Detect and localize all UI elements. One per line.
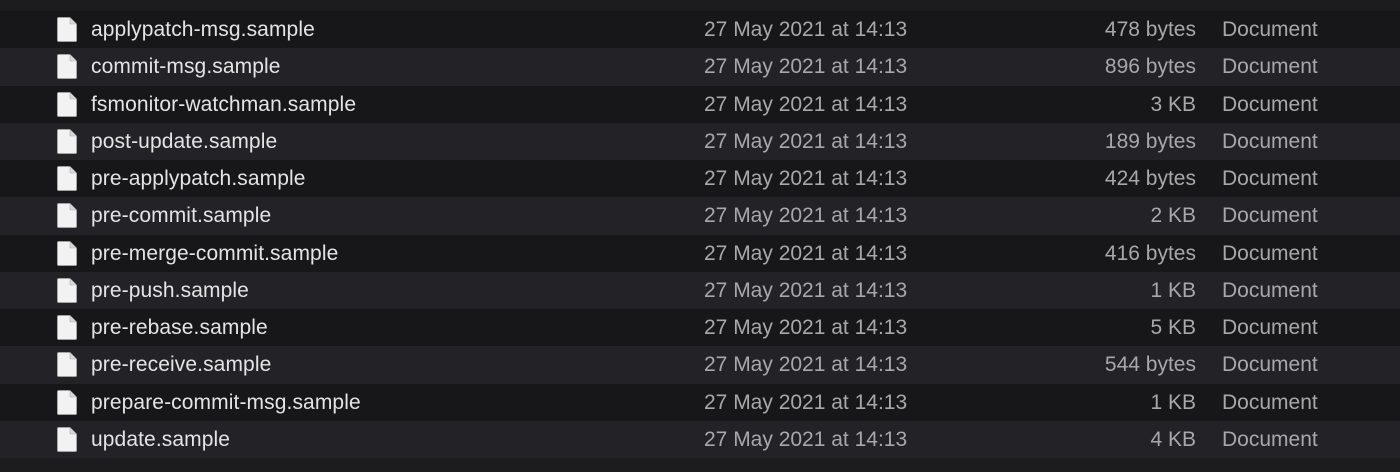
file-date-modified: 27 May 2021 at 14:13 <box>704 204 908 228</box>
file-row[interactable]: prepare-commit-msg.sample 27 May 2021 at … <box>0 383 1400 421</box>
document-icon <box>57 426 77 452</box>
file-row[interactable]: update.sample 27 May 2021 at 14:13 4 KB Doc… <box>0 420 1400 458</box>
file-name: update.sample <box>91 427 231 451</box>
file-name: fsmonitor-watchman.sample <box>91 92 357 116</box>
file-date-modified: 27 May 2021 at 14:13 <box>704 316 908 339</box>
file-row[interactable]: pre-merge-commit.sample 27 May 2021 at 14… <box>0 234 1400 272</box>
file-name: pre-merge-commit.sample <box>91 241 339 265</box>
file-name: pre-push.sample <box>91 278 249 302</box>
document-icon <box>57 352 77 378</box>
file-size: 544 bytes <box>1104 353 1196 377</box>
file-date-modified: 27 May 2021 at 14:13 <box>704 241 908 265</box>
file-kind: Document <box>1222 92 1318 116</box>
file-size: 424 bytes <box>1104 167 1196 190</box>
file-size: 896 bytes <box>1104 55 1196 79</box>
file-size: 5 KB <box>1150 316 1196 339</box>
document-icon <box>57 128 77 154</box>
file-date-modified: 27 May 2021 at 14:13 <box>704 55 908 79</box>
file-kind: Document <box>1222 18 1318 41</box>
file-row[interactable]: pre-push.sample 27 May 2021 at 14:13 1 KB D… <box>0 271 1400 309</box>
file-date-modified: 27 May 2021 at 14:13 <box>704 353 908 377</box>
file-size: 2 KB <box>1150 204 1196 228</box>
document-icon <box>57 203 77 229</box>
file-date-modified: 27 May 2021 at 14:13 <box>704 18 908 41</box>
file-name: pre-applypatch.sample <box>91 167 306 190</box>
file-row[interactable]: applypatch-msg.sample 27 May 2021 at 14:1… <box>0 11 1400 49</box>
file-kind: Document <box>1222 204 1318 228</box>
document-icon <box>57 315 77 340</box>
file-size: 1 KB <box>1150 278 1196 302</box>
document-icon <box>57 54 77 80</box>
file-row[interactable]: pre-rebase.sample 27 May 2021 at 14:13 5 K… <box>0 309 1400 347</box>
file-kind: Document <box>1222 241 1318 265</box>
document-icon <box>57 240 77 266</box>
file-row[interactable]: fsmonitor-watchman.sample 27 May 2021 at … <box>0 85 1400 123</box>
file-row[interactable]: pre-commit.sample 27 May 2021 at 14:13 2 K… <box>0 197 1400 235</box>
file-kind: Document <box>1222 129 1318 153</box>
file-name: prepare-commit-msg.sample <box>91 390 361 414</box>
file-kind: Document <box>1222 390 1318 414</box>
document-icon <box>57 166 77 191</box>
file-name: applypatch-msg.sample <box>91 18 315 41</box>
file-kind: Document <box>1222 278 1318 302</box>
file-size: 416 bytes <box>1104 241 1196 265</box>
file-row[interactable]: post-update.sample 27 May 2021 at 14:13 18… <box>0 122 1400 160</box>
file-kind: Document <box>1222 167 1318 190</box>
document-icon <box>57 389 77 415</box>
file-kind: Document <box>1222 55 1318 79</box>
file-name: pre-rebase.sample <box>91 316 268 339</box>
document-icon <box>57 17 77 42</box>
file-kind: Document <box>1222 353 1318 377</box>
file-date-modified: 27 May 2021 at 14:13 <box>704 167 908 190</box>
file-date-modified: 27 May 2021 at 14:13 <box>704 92 908 116</box>
file-size: 189 bytes <box>1104 129 1196 153</box>
file-date-modified: 27 May 2021 at 14:13 <box>704 427 908 451</box>
file-list: applypatch-msg.sample 27 May 2021 at 14:1… <box>0 0 1400 472</box>
file-row[interactable]: commit-msg.sample 27 May 2021 at 14:13 896… <box>0 48 1400 86</box>
file-name: commit-msg.sample <box>91 55 281 79</box>
document-icon <box>57 91 77 117</box>
file-row[interactable]: pre-applypatch.sample 27 May 2021 at 14:1… <box>0 160 1400 198</box>
file-date-modified: 27 May 2021 at 14:13 <box>704 129 908 153</box>
file-row[interactable]: pre-receive.sample 27 May 2021 at 14:13 54… <box>0 346 1400 384</box>
file-size: 1 KB <box>1150 390 1196 414</box>
file-kind: Document <box>1222 427 1318 451</box>
file-name: post-update.sample <box>91 129 278 153</box>
file-size: 4 KB <box>1150 427 1196 451</box>
file-date-modified: 27 May 2021 at 14:13 <box>704 390 908 414</box>
file-name: pre-receive.sample <box>91 353 272 377</box>
file-name: pre-commit.sample <box>91 204 272 228</box>
file-date-modified: 27 May 2021 at 14:13 <box>704 278 908 302</box>
file-kind: Document <box>1222 316 1318 339</box>
file-size: 3 KB <box>1150 92 1196 116</box>
document-icon <box>57 277 77 303</box>
file-size: 478 bytes <box>1104 18 1196 41</box>
